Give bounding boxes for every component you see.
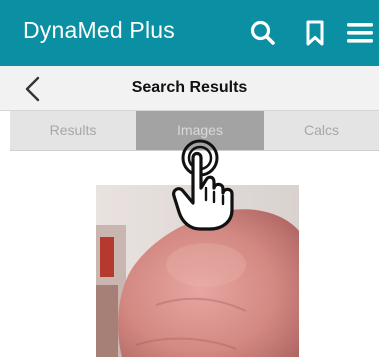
tab-calcs[interactable]: Calcs: [264, 111, 379, 150]
app-header: DynaMed Plus: [0, 0, 379, 66]
menu-button[interactable]: [345, 18, 375, 48]
tab-results[interactable]: Results: [10, 111, 136, 150]
app-title: DynaMed Plus: [23, 17, 175, 43]
bookmark-button[interactable]: [300, 18, 330, 48]
tap-gesture-hand-icon: [166, 136, 246, 232]
search-icon: [250, 20, 275, 45]
menu-icon: [347, 23, 373, 43]
search-button[interactable]: [248, 18, 278, 48]
page-title: Search Results: [131, 79, 248, 96]
sub-header: Search Results: [0, 66, 379, 111]
bookmark-icon: [306, 20, 324, 46]
